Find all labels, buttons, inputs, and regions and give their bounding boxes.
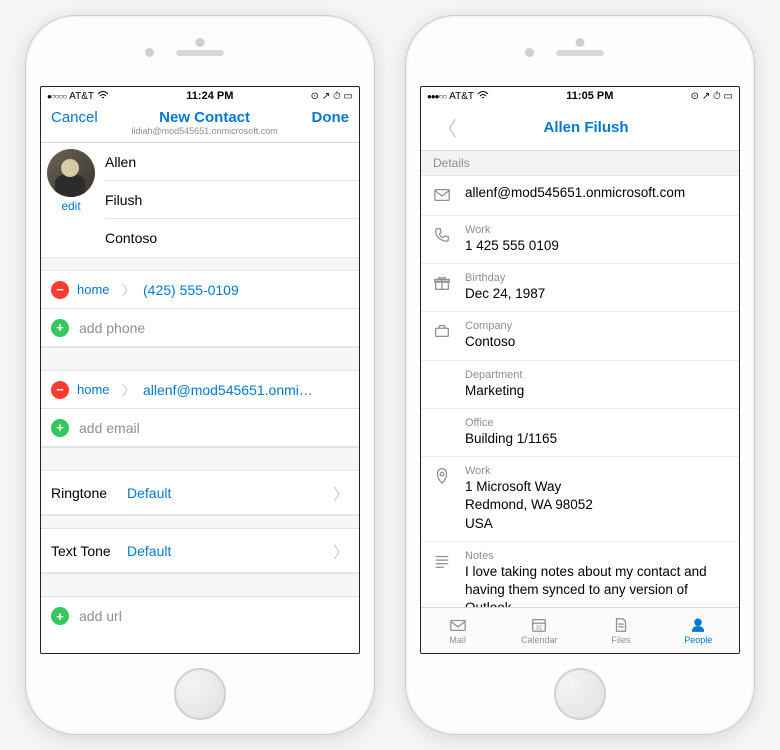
- texttone-label: Text Tone: [51, 543, 127, 559]
- add-url-label: add url: [79, 608, 122, 624]
- phone-right: ●●●○○ AT&T 11:05 PM ⊙ ↗ ⏱ ▭ 〈 Allen Filu…: [405, 15, 755, 735]
- phone-entry-row[interactable]: − home 〉 (425) 555-0109: [41, 271, 359, 309]
- briefcase-icon: [433, 322, 455, 343]
- email-entry-row[interactable]: − home 〉 allenf@mod545651.onmicrosoft...…: [41, 371, 359, 409]
- detail-office: Office Building 1/1165: [421, 409, 739, 457]
- phone-left: ●○○○○ AT&T 11:24 PM ⊙ ↗ ⏱ ▭ Cancel New C…: [25, 15, 375, 735]
- carrier-label: AT&T: [449, 91, 474, 102]
- chevron-right-icon: 〉: [333, 539, 349, 563]
- detail-email[interactable]: allenf@mod545651.onmicrosoft.com: [421, 176, 739, 216]
- screen-contact-detail: ●●●○○ AT&T 11:05 PM ⊙ ↗ ⏱ ▭ 〈 Allen Filu…: [420, 86, 740, 654]
- company-field[interactable]: Contoso: [105, 230, 157, 246]
- email-type[interactable]: home: [77, 382, 121, 397]
- department-label: Department: [465, 369, 727, 381]
- clock: 11:05 PM: [566, 90, 613, 102]
- back-button[interactable]: 〈: [431, 111, 463, 144]
- address-line3: USA: [465, 515, 727, 533]
- texttone-row[interactable]: Text Tone Default 〉: [41, 529, 359, 573]
- email-value[interactable]: allenf@mod545651.onmicrosoft....: [143, 382, 313, 398]
- svg-text:31: 31: [536, 625, 544, 632]
- edit-photo-button[interactable]: edit: [41, 199, 101, 213]
- signal-dots-icon: ●○○○○: [47, 92, 66, 101]
- ringtone-row[interactable]: Ringtone Default 〉: [41, 471, 359, 515]
- nav-title: New Contact: [98, 109, 312, 126]
- ringtone-label: Ringtone: [51, 485, 127, 501]
- done-button[interactable]: Done: [312, 109, 350, 126]
- chevron-right-icon: 〉: [122, 380, 135, 399]
- gift-icon: [433, 274, 455, 295]
- add-phone-icon[interactable]: +: [51, 319, 69, 337]
- detail-department: Department Marketing: [421, 361, 739, 409]
- detail-birthday: Birthday Dec 24, 1987: [421, 264, 739, 312]
- detail-address[interactable]: Work 1 Microsoft Way Redmond, WA 98052 U…: [421, 457, 739, 542]
- tab-bar: Mail 31 Calendar Files People: [421, 607, 739, 653]
- email-value: allenf@mod545651.onmicrosoft.com: [465, 184, 727, 202]
- cancel-button[interactable]: Cancel: [51, 109, 98, 126]
- remove-email-icon[interactable]: −: [51, 381, 69, 399]
- avatar[interactable]: [47, 149, 95, 197]
- phone-icon: [433, 226, 455, 247]
- add-email-label: add email: [79, 420, 140, 436]
- wifi-icon: [477, 90, 489, 103]
- texttone-value: Default: [127, 543, 171, 559]
- office-value: Building 1/1165: [465, 430, 727, 448]
- section-header-details: Details: [421, 151, 739, 176]
- office-label: Office: [465, 417, 727, 429]
- ringtone-value: Default: [127, 485, 171, 501]
- phone-value[interactable]: (425) 555-0109: [143, 282, 239, 298]
- nav-bar: 〈 Allen Filush: [421, 105, 739, 151]
- address-label: Work: [465, 465, 727, 477]
- screen-new-contact: ●○○○○ AT&T 11:24 PM ⊙ ↗ ⏱ ▭ Cancel New C…: [40, 86, 360, 654]
- nav-subtitle: lidiah@mod545651.onmicrosoft.com: [98, 126, 312, 136]
- birthday-value: Dec 24, 1987: [465, 285, 727, 303]
- add-email-icon[interactable]: +: [51, 419, 69, 437]
- add-phone-label: add phone: [79, 320, 145, 336]
- add-url-icon[interactable]: +: [51, 607, 69, 625]
- wifi-icon: [97, 90, 109, 103]
- tab-mail[interactable]: Mail: [448, 616, 468, 645]
- status-bar: ●●●○○ AT&T 11:05 PM ⊙ ↗ ⏱ ▭: [421, 87, 739, 105]
- detail-company: Company Contoso: [421, 312, 739, 360]
- address-line2: Redmond, WA 98052: [465, 496, 727, 514]
- location-icon: [433, 467, 455, 488]
- company-value: Contoso: [465, 333, 727, 351]
- carrier-label: AT&T: [69, 91, 94, 102]
- home-button[interactable]: [174, 668, 226, 720]
- add-email-row[interactable]: + add email: [41, 409, 359, 447]
- notes-value: I love taking notes about my contact and…: [465, 563, 727, 607]
- tab-files[interactable]: Files: [611, 616, 631, 645]
- home-button[interactable]: [554, 668, 606, 720]
- address-line1: 1 Microsoft Way: [465, 478, 727, 496]
- status-right-icons: ⊙ ↗ ⏱ ▭: [311, 91, 353, 102]
- status-right-icons: ⊙ ↗ ⏱ ▭: [691, 91, 733, 102]
- clock: 11:24 PM: [186, 90, 233, 102]
- phone-type[interactable]: home: [77, 282, 121, 297]
- chevron-right-icon: 〉: [122, 280, 135, 299]
- department-value: Marketing: [465, 382, 727, 400]
- add-url-row[interactable]: + add url: [41, 597, 359, 635]
- detail-notes: Notes I love taking notes about my conta…: [421, 542, 739, 607]
- company-label: Company: [465, 320, 727, 332]
- phone-label: Work: [465, 224, 727, 236]
- detail-phone[interactable]: Work 1 425 555 0109: [421, 216, 739, 264]
- status-bar: ●○○○○ AT&T 11:24 PM ⊙ ↗ ⏱ ▭: [41, 87, 359, 105]
- nav-bar: Cancel New Contact lidiah@mod545651.onmi…: [41, 105, 359, 143]
- first-name-field[interactable]: Allen: [105, 154, 136, 170]
- tab-people[interactable]: People: [684, 616, 712, 645]
- birthday-label: Birthday: [465, 272, 727, 284]
- add-phone-row[interactable]: + add phone: [41, 309, 359, 347]
- mail-icon: [433, 186, 455, 207]
- last-name-field[interactable]: Filush: [105, 192, 142, 208]
- phone-value: 1 425 555 0109: [465, 237, 727, 255]
- notes-icon: [433, 552, 455, 573]
- remove-phone-icon[interactable]: −: [51, 281, 69, 299]
- tab-calendar[interactable]: 31 Calendar: [521, 616, 558, 645]
- notes-label: Notes: [465, 550, 727, 562]
- signal-dots-icon: ●●●○○: [427, 92, 446, 101]
- chevron-right-icon: 〉: [333, 481, 349, 505]
- nav-title: Allen Filush: [463, 119, 709, 136]
